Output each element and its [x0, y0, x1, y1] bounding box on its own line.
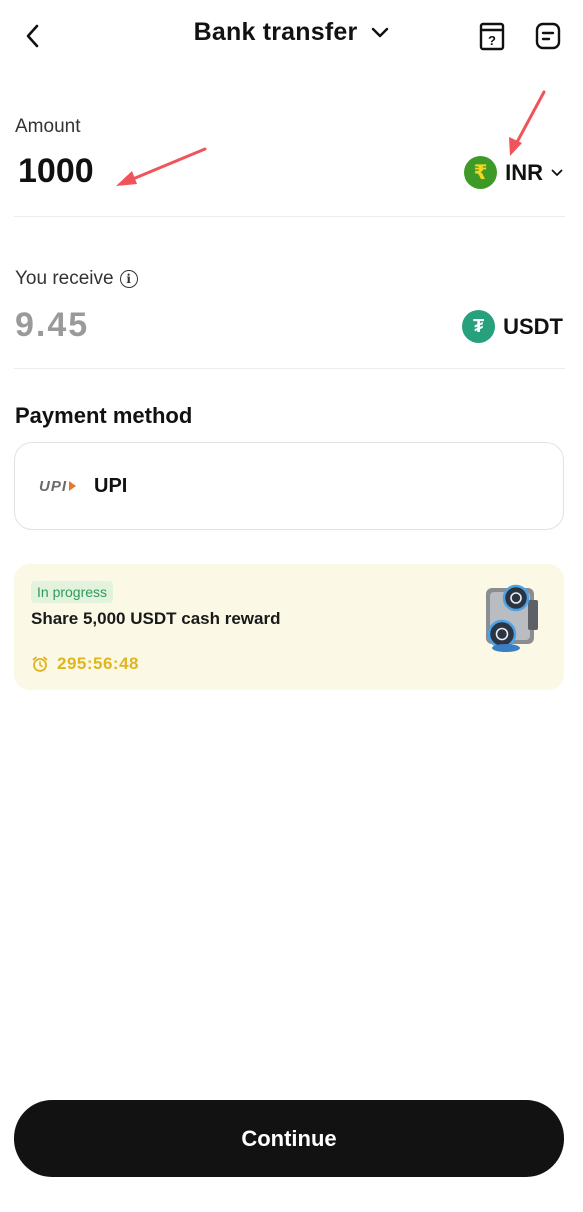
payment-method-title: Payment method [15, 403, 193, 428]
receive-currency-code: USDT [503, 313, 563, 339]
info-icon[interactable]: i [119, 270, 138, 288]
divider [14, 368, 565, 369]
currency-code: INR [505, 159, 543, 185]
receive-label-row: You receive i [15, 268, 138, 290]
payment-method-name: UPI [94, 474, 128, 497]
rupee-coin-icon: ₹ [464, 156, 498, 189]
currency-selector[interactable]: ₹ INR [464, 156, 563, 189]
wallet-coins-icon [486, 584, 538, 652]
question-box-icon: ? [479, 22, 505, 51]
page-title: Bank transfer [193, 18, 358, 46]
header: Bank transfer ? [0, 0, 583, 72]
status-badge: In progress [31, 581, 114, 603]
orders-button[interactable] [534, 20, 562, 52]
timer-text: 295:56:48 [57, 654, 140, 673]
promo-text: Share 5,000 USDT cash reward [31, 609, 281, 628]
receive-currency: ₮ USDT [462, 310, 563, 343]
amount-input[interactable]: 1000 [18, 152, 94, 191]
svg-text:?: ? [488, 33, 496, 48]
divider [14, 216, 565, 217]
annotation-arrow-currency [509, 90, 546, 156]
annotation-arrow-amount [116, 147, 207, 186]
continue-button[interactable]: Continue [14, 1100, 564, 1177]
upi-logo: UPI [39, 478, 77, 495]
payment-method-upi[interactable]: UPI UPI [14, 442, 564, 530]
help-button[interactable]: ? [478, 20, 506, 52]
chevron-down-icon [551, 169, 563, 176]
countdown-timer: 295:56:48 [31, 654, 139, 674]
receive-amount: 9.45 [15, 306, 90, 344]
alarm-clock-icon [32, 656, 48, 672]
order-list-icon [535, 22, 561, 50]
promo-banner[interactable]: In progress Share 5,000 USDT cash reward… [14, 564, 564, 690]
chevron-down-icon [372, 27, 389, 37]
amount-label: Amount [15, 116, 81, 137]
tether-coin-icon: ₮ [462, 310, 496, 343]
receive-label: You receive [15, 268, 114, 289]
